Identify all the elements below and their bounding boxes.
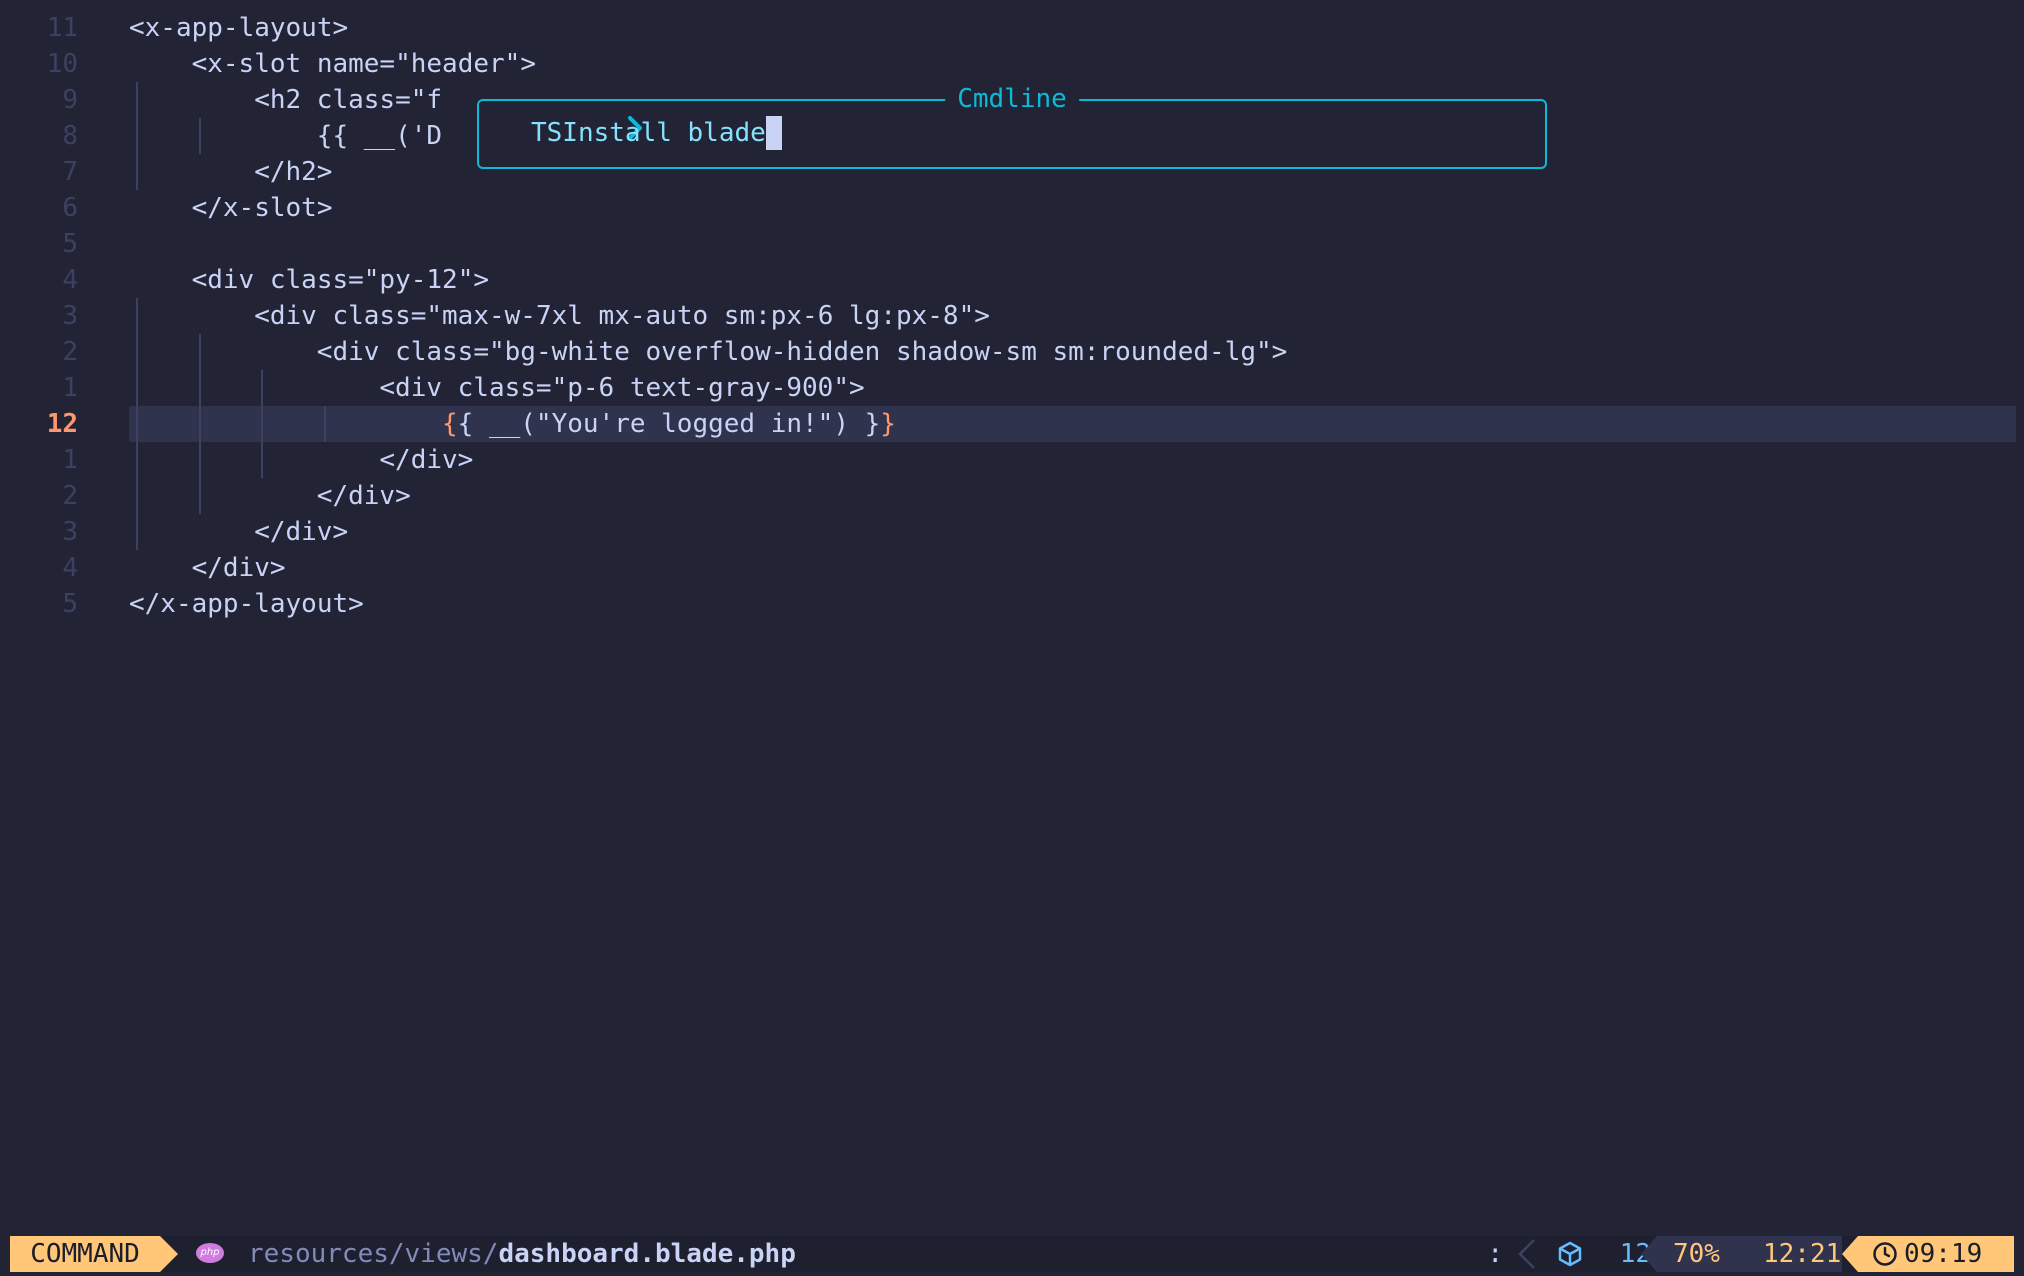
indent-guide: [198, 406, 201, 442]
indent-guide: [136, 334, 138, 370]
line-number: 1: [62, 445, 78, 475]
indent-guide: [198, 370, 201, 406]
code-text: <div class="max-w-7xl mx-auto sm:px-6 lg…: [254, 301, 990, 331]
mode-separator: [160, 1236, 178, 1272]
indent-guide: [136, 478, 138, 514]
code-line[interactable]: 11 <x-app-layout>: [0, 10, 2024, 46]
indent-guide: [323, 406, 326, 442]
code-text: <h2 class="f: [254, 85, 443, 115]
php-icon: php: [196, 1243, 224, 1263]
code-text: {{ __("You're logged in!") }}: [442, 406, 896, 442]
code-text: {{ __('D: [316, 121, 443, 151]
line-number: 6: [62, 193, 78, 223]
line-number: 4: [62, 553, 78, 583]
line-number: 7: [62, 157, 78, 187]
chevron-left-icon: [1518, 1239, 1535, 1269]
scroll-percent: 70%: [1673, 1239, 1720, 1269]
line-number: 2: [62, 337, 78, 367]
clock-icon: [1873, 1242, 1897, 1266]
code-line[interactable]: 3 </div>: [0, 514, 2024, 550]
indent-guide: [136, 154, 138, 190]
line-number: 3: [62, 517, 78, 547]
indent-guide: [198, 442, 201, 478]
code-text: <div class="py-12">: [191, 265, 490, 295]
indent-guide: [136, 514, 138, 550]
code-line[interactable]: 1 <div class="p-6 text-gray-900">: [0, 370, 2024, 406]
indent-guide: [136, 118, 138, 154]
chevron-right-icon: [501, 79, 643, 187]
cmdline-input-row[interactable]: TSInstall blade: [501, 115, 782, 151]
indent-guide: [261, 442, 264, 478]
line-number: 9: [62, 85, 78, 115]
code-line[interactable]: 6 </x-slot>: [0, 190, 2024, 226]
clock-time: 09:19: [1904, 1239, 1983, 1269]
text-cursor: [765, 116, 782, 150]
code-text: <div class="p-6 text-gray-900">: [379, 373, 865, 403]
code-text: <x-app-layout>: [129, 13, 349, 43]
indent-guide: [261, 370, 264, 406]
indent-guide: [198, 334, 201, 370]
file-name: dashboard.blade.php: [498, 1239, 796, 1269]
code-line[interactable]: 4 <div class="py-12">: [0, 262, 2024, 298]
line-number: 8: [62, 121, 78, 151]
indent-guide: [136, 298, 138, 334]
code-line[interactable]: 5: [0, 226, 2024, 262]
clock-separator: [1842, 1236, 1858, 1272]
indent-guide: [198, 118, 201, 154]
code-text-inner: { __("You're logged in!") }: [457, 409, 881, 439]
code-text: </div>: [379, 445, 474, 475]
line-number: 10: [46, 49, 78, 79]
current-line-highlight: [129, 406, 2016, 442]
file-path: resources/views/dashboard.blade.php: [248, 1236, 796, 1272]
code-line[interactable]: 2 <div class="bg-white overflow-hidden sh…: [0, 334, 2024, 370]
line-number: 5: [62, 229, 78, 259]
code-text: </x-slot>: [191, 193, 333, 223]
line-number: 2: [62, 481, 78, 511]
code-line[interactable]: 3 <div class="max-w-7xl mx-auto sm:px-6 l…: [0, 298, 2024, 334]
file-path-dir: resources/views/: [248, 1239, 499, 1269]
indent-guide: [136, 406, 138, 442]
statusline-right: : 12 70% 12:21 09:19: [1454, 1236, 2014, 1272]
statusline: COMMAND php resources/views/dashboard.bl…: [10, 1236, 2014, 1272]
code-text: </div>: [191, 553, 286, 583]
code-text: <div class="bg-white overflow-hidden sha…: [316, 337, 1288, 367]
line-number: 12: [46, 409, 78, 439]
indent-guide: [261, 406, 264, 442]
line-number: 11: [46, 13, 78, 43]
indent-guide: [136, 82, 138, 118]
code-text: </h2>: [254, 157, 333, 187]
cmdline-title: Cmdline: [945, 81, 1079, 117]
code-text: </div>: [316, 481, 411, 511]
cmdline-popup[interactable]: Cmdline TSInstall blade: [477, 81, 1547, 169]
neovim-window: 11 <x-app-layout> 10 <x-slot name="header">…: [0, 0, 2024, 1276]
line-number: 4: [62, 265, 78, 295]
line-number: 5: [62, 589, 78, 619]
mode-indicator: COMMAND: [10, 1236, 160, 1272]
code-line-current[interactable]: 12 {{ __("You're logged in!") }}: [0, 406, 2024, 442]
cursor-position: 12:21: [1763, 1239, 1842, 1269]
code-line[interactable]: 1 </div>: [0, 442, 2024, 478]
statusline-separator: :: [1487, 1239, 1503, 1269]
cube-icon: [1558, 1241, 1582, 1267]
clock-section: 09:19: [1842, 1236, 2014, 1272]
code-text: </div>: [254, 517, 349, 547]
line-number: 3: [62, 301, 78, 331]
indent-guide: [136, 442, 138, 478]
matching-brace: }: [880, 409, 896, 439]
code-line[interactable]: 2 </div>: [0, 478, 2024, 514]
matching-brace: {: [442, 409, 458, 439]
code-text: <x-slot name="header">: [191, 49, 536, 79]
indent-guide: [198, 478, 201, 514]
cursor-location: 70% 12:21: [1641, 1236, 1842, 1272]
code-line[interactable]: 5 </x-app-layout>: [0, 586, 2024, 622]
indent-guide: [136, 370, 138, 406]
line-number: 1: [62, 373, 78, 403]
cmdline-input[interactable]: TSInstall blade: [531, 115, 766, 151]
code-text: </x-app-layout>: [129, 589, 364, 619]
location-separator: [1641, 1236, 1657, 1272]
code-line[interactable]: 10 <x-slot name="header">: [0, 46, 2024, 82]
code-line[interactable]: 4 </div>: [0, 550, 2024, 586]
